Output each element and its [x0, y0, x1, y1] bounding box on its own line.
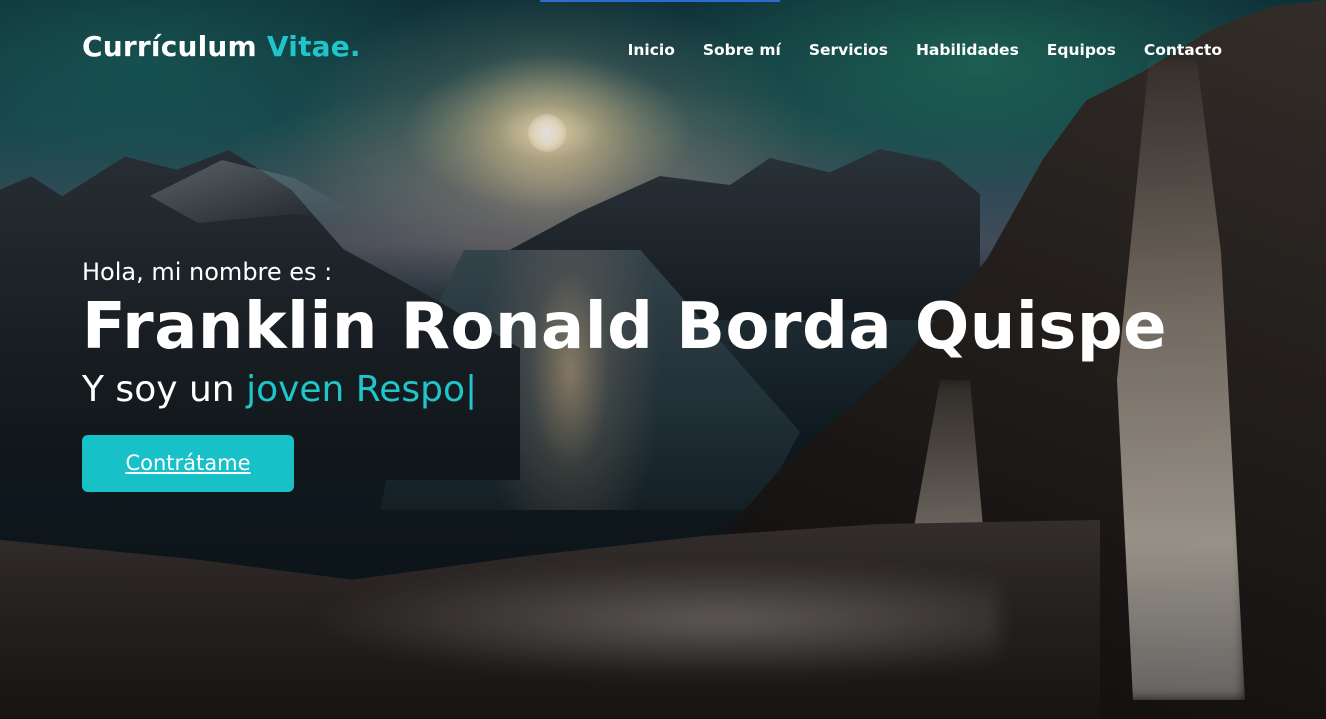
- brand-logo[interactable]: Currículum Vitae.: [82, 30, 361, 63]
- tagline-prefix: Y soy un: [82, 369, 235, 411]
- nav-link-habilidades[interactable]: Habilidades: [916, 41, 1019, 59]
- nav-item: Contacto: [1144, 40, 1222, 59]
- nav-link-equipos[interactable]: Equipos: [1047, 41, 1116, 59]
- nav-item: Servicios: [809, 40, 888, 59]
- nav-menu: Inicio Sobre mí Servicios Habilidades Eq…: [628, 40, 1222, 59]
- hero-name: Franklin Ronald Borda Quispe: [82, 290, 1168, 364]
- typed-text: joven Respo: [246, 369, 465, 411]
- nav-link-servicios[interactable]: Servicios: [809, 41, 888, 59]
- nav-link-inicio[interactable]: Inicio: [628, 41, 675, 59]
- nav-item: Equipos: [1047, 40, 1116, 59]
- navbar: Currículum Vitae. Inicio Sobre mí Servic…: [0, 0, 1326, 100]
- nav-item: Sobre mí: [703, 40, 781, 59]
- nav-link-sobre-mi[interactable]: Sobre mí: [703, 41, 781, 59]
- hero-content: Hola, mi nombre es : Franklin Ronald Bor…: [82, 258, 1168, 493]
- nav-item: Habilidades: [916, 40, 1019, 59]
- typing-cursor: |: [464, 369, 478, 411]
- brand-accent: Vitae.: [266, 30, 361, 63]
- hero-tagline: Y soy un joven Respo|: [82, 369, 1167, 410]
- brand-main: Currículum: [82, 30, 257, 63]
- hero-greeting: Hola, mi nombre es :: [82, 258, 333, 286]
- hire-me-button[interactable]: Contrátame: [82, 435, 294, 493]
- nav-link-contacto[interactable]: Contacto: [1144, 41, 1222, 59]
- nav-item: Inicio: [628, 40, 675, 59]
